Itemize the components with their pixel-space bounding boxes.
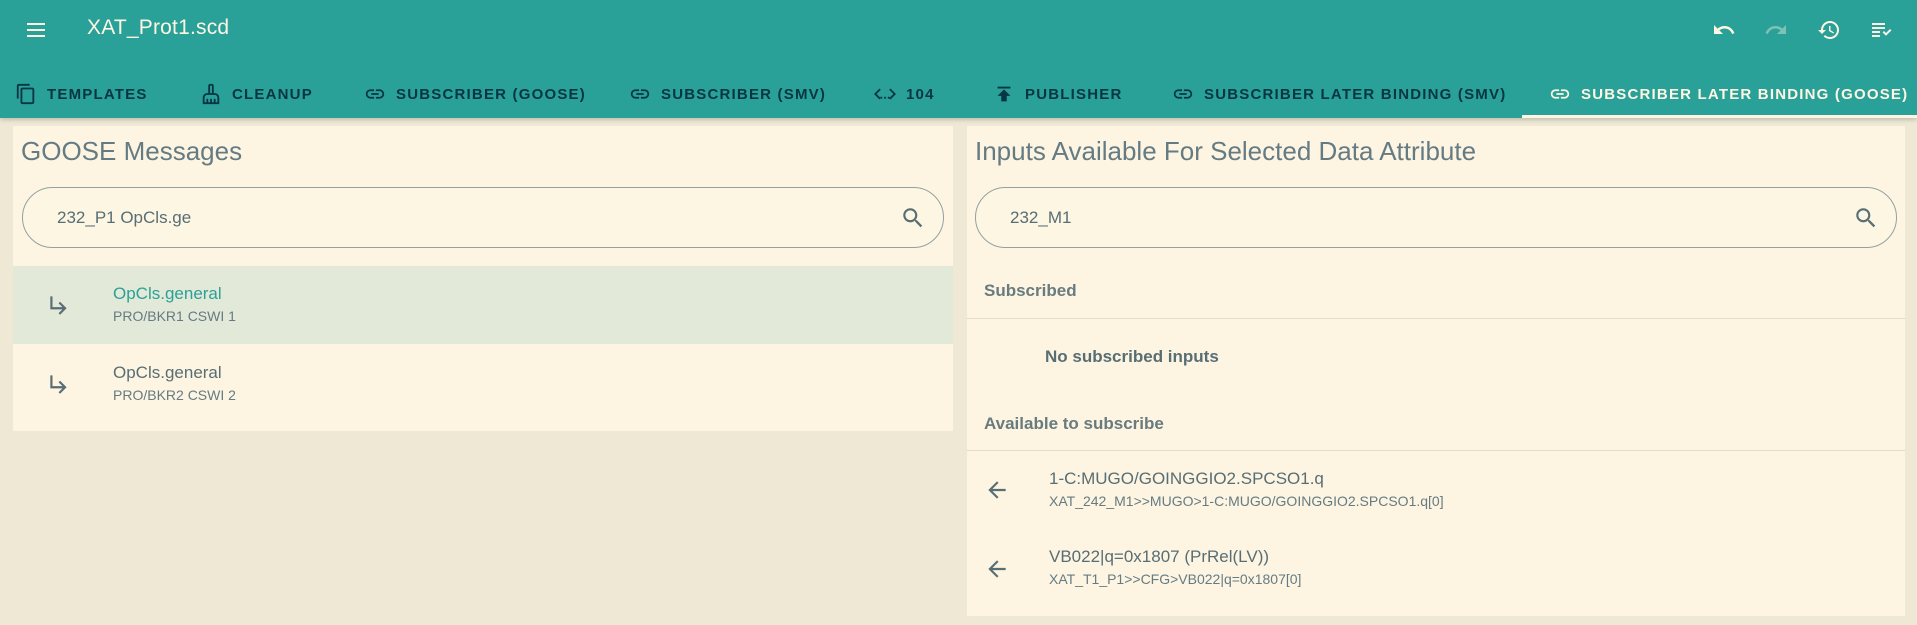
inputs-available-panel: Inputs Available For Selected Data Attri… — [967, 126, 1905, 616]
publish-icon — [997, 86, 1011, 102]
tab-label: SUBSCRIBER (GOOSE) — [396, 85, 586, 103]
tab-label: TEMPLATES — [47, 85, 148, 103]
redo-button[interactable] — [1761, 15, 1791, 45]
inputs-search-box[interactable] — [975, 187, 1897, 248]
redo-icon — [1765, 25, 1786, 34]
tab-subscriber-smv[interactable]: SUBSCRIBER (SMV) — [629, 70, 826, 118]
list-item[interactable]: 1-C:MUGO/GOINGGIO2.SPCSO1.q XAT_242_M1>>… — [967, 451, 1905, 529]
copy-icon — [16, 83, 35, 105]
item-primary-text: OpCls.general — [113, 284, 222, 303]
tab-subscriber-goose[interactable]: SUBSCRIBER (GOOSE) — [364, 70, 586, 118]
top-bar: XAT_Prot1.scd — [0, 0, 1917, 60]
link-icon — [1550, 89, 1570, 99]
subscribed-section-label: Subscribed — [984, 281, 1077, 300]
tab-templates[interactable]: TEMPLATES — [15, 70, 148, 118]
link-icon — [365, 89, 385, 99]
validate-button[interactable] — [1866, 15, 1896, 45]
item-primary-text: VB022|q=0x1807 (PrRel(LV)) — [1049, 547, 1270, 566]
goose-search-input[interactable] — [57, 188, 793, 247]
goose-messages-panel: GOOSE Messages OpCls.general PRO/BKR1 CS… — [13, 126, 953, 431]
undo-icon — [1714, 25, 1735, 34]
search-icon[interactable] — [1853, 205, 1879, 231]
goose-search-box[interactable] — [22, 187, 944, 248]
active-tab-indicator — [1522, 115, 1917, 118]
tab-label: CLEANUP — [232, 85, 313, 103]
app-bar: XAT_Prot1.scd TEMPLATES CLEANUP SUBSCRIB… — [0, 0, 1917, 118]
item-primary-text: OpCls.general — [113, 363, 222, 382]
panel-title: GOOSE Messages — [21, 136, 243, 166]
tab-subscriber-later-binding-goose[interactable]: SUBSCRIBER LATER BINDING (GOOSE) — [1549, 70, 1908, 118]
item-primary-text: 1-C:MUGO/GOINGGIO2.SPCSO1.q — [1049, 469, 1324, 488]
divider — [967, 318, 1905, 319]
tab-bar: TEMPLATES CLEANUP SUBSCRIBER (GOOSE) SUB… — [0, 70, 1917, 118]
tab-publisher[interactable]: PUBLISHER — [993, 70, 1122, 118]
tab-label: SUBSCRIBER (SMV) — [661, 85, 827, 103]
available-section-label: Available to subscribe — [984, 414, 1164, 433]
subdirectory-arrow-right-icon — [50, 296, 67, 315]
search-icon[interactable] — [900, 205, 926, 231]
tab-104[interactable]: 104 — [874, 70, 935, 118]
tab-label: PUBLISHER — [1025, 85, 1123, 103]
item-secondary-text: XAT_242_M1>>MUGO>1-C:MUGO/GOINGGIO2.SPCS… — [1049, 493, 1444, 509]
menu-button[interactable] — [22, 16, 50, 44]
code-icon — [874, 88, 896, 100]
item-secondary-text: PRO/BKR2 CSWI 2 — [113, 387, 236, 403]
list-item[interactable]: OpCls.general PRO/BKR2 CSWI 2 — [13, 344, 953, 422]
tab-label: 104 — [906, 85, 935, 103]
broom-icon — [202, 83, 220, 105]
inputs-search-input[interactable] — [1010, 188, 1746, 247]
arrow-back-icon[interactable] — [984, 556, 1010, 582]
panel-title: Inputs Available For Selected Data Attri… — [975, 136, 1477, 166]
link-icon — [630, 89, 650, 99]
link-icon — [1173, 89, 1193, 99]
history-button[interactable] — [1814, 15, 1844, 45]
document-title: XAT_Prot1.scd — [87, 16, 230, 39]
tab-cleanup[interactable]: CLEANUP — [200, 70, 313, 118]
list-item[interactable]: VB022|q=0x1807 (PrRel(LV)) XAT_T1_P1>>CF… — [967, 529, 1905, 607]
history-icon — [1818, 21, 1839, 39]
validate-icon — [1872, 23, 1892, 37]
list-item[interactable]: OpCls.general PRO/BKR1 CSWI 1 — [13, 266, 953, 344]
subdirectory-arrow-right-icon — [50, 375, 67, 394]
tab-subscriber-later-binding-smv[interactable]: SUBSCRIBER LATER BINDING (SMV) — [1172, 70, 1506, 118]
undo-button[interactable] — [1709, 15, 1739, 45]
no-subscribed-inputs-text: No subscribed inputs — [1045, 347, 1219, 366]
item-secondary-text: XAT_T1_P1>>CFG>VB022|q=0x1807[0] — [1049, 571, 1302, 587]
tab-label: SUBSCRIBER LATER BINDING (GOOSE) — [1581, 85, 1909, 103]
tab-label: SUBSCRIBER LATER BINDING (SMV) — [1204, 85, 1507, 103]
item-secondary-text: PRO/BKR1 CSWI 1 — [113, 308, 236, 324]
arrow-back-icon[interactable] — [984, 477, 1010, 503]
